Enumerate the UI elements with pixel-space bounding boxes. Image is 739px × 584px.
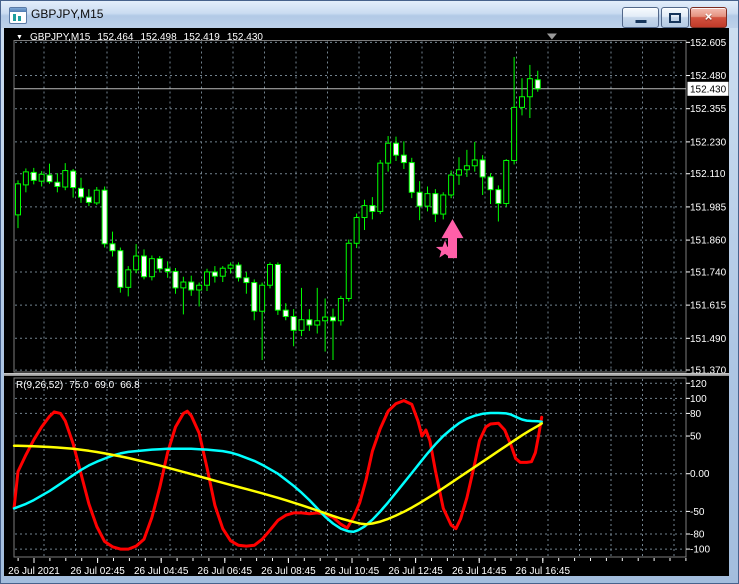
close-button[interactable]: × — [690, 7, 727, 28]
price-axis-label: 151.490 — [690, 334, 727, 345]
price-axis-label: 152.355 — [690, 104, 727, 115]
price-axis-label: 151.985 — [690, 202, 727, 213]
restore-icon — [669, 12, 681, 23]
current-price-label: 152.430 — [690, 84, 727, 95]
indicator-axis-label: 50 — [690, 432, 702, 443]
time-axis-label: 26 Jul 14:45 — [452, 566, 507, 576]
time-axis-label: 26 Jul 10:45 — [325, 566, 380, 576]
close-value: 152.430 — [226, 32, 263, 43]
chart-canvas[interactable]: 152.605 152.480 152.355 152.230 152.110 151.9… — [4, 28, 729, 576]
open-value: 152.464 — [97, 32, 134, 43]
price-axis-label: 151.860 — [690, 236, 727, 247]
price-axis-label: 152.110 — [690, 169, 726, 180]
price-axis[interactable]: 152.605 152.480 152.355 152.230 152.110 151.9… — [686, 38, 729, 377]
indicator-axis-label: 80 — [690, 409, 702, 420]
symbol-period-label: GBPJPY,M15 — [29, 32, 91, 43]
indicator-value-2: 69.0 — [94, 380, 115, 391]
chart-app-icon — [9, 7, 27, 24]
indicator-axis-label: -100 — [690, 545, 710, 556]
indicator-plot-area[interactable] — [14, 378, 686, 557]
chart-window: GBPJPY,M15 × 152.605 152.480 152.355 152.23… — [0, 0, 739, 584]
time-axis-label: 26 Jul 16:45 — [516, 566, 571, 576]
time-axis-label: 26 Jul 06:45 — [198, 566, 253, 576]
close-icon: × — [704, 9, 713, 24]
indicator-axis-label: 0.00 — [690, 469, 710, 480]
indicator-axis[interactable]: 120 100 80 50 0.00 -50 -80 -100 — [686, 379, 710, 556]
time-axis[interactable]: 26 Jul 2021 26 Jul 02:45 26 Jul 04:45 26 Ju… — [8, 558, 687, 576]
price-axis-label: 152.230 — [690, 137, 727, 148]
time-axis-label: 26 Jul 04:45 — [134, 566, 189, 576]
time-axis-label: 26 Jul 12:45 — [388, 566, 443, 576]
title-bar[interactable]: GBPJPY,M15 × — [1, 1, 738, 28]
price-axis-label: 151.615 — [690, 301, 727, 312]
panel-splitter[interactable] — [4, 373, 729, 376]
main-plot-area[interactable] — [14, 41, 686, 373]
chart-shift-marker[interactable] — [546, 33, 557, 40]
low-value: 152.419 — [183, 32, 220, 43]
indicator-header: R(9,26,52) 75.0 69.0 66.8 — [16, 380, 140, 391]
indicator-value-3: 66.8 — [120, 380, 140, 391]
time-axis-label: 26 Jul 02:45 — [70, 566, 125, 576]
indicator-axis-label: 120 — [690, 379, 707, 390]
maximize-button[interactable] — [661, 7, 689, 28]
indicator-axis-label: -80 — [690, 530, 705, 541]
minimize-icon — [635, 20, 646, 23]
price-axis-label: 152.605 — [690, 38, 727, 49]
collapse-arrow-icon[interactable]: ▼ — [16, 33, 23, 43]
window-title: GBPJPY,M15 — [31, 7, 104, 21]
price-axis-label: 151.740 — [690, 267, 727, 278]
time-axis-label: 26 Jul 08:45 — [261, 566, 316, 576]
symbol-ohlc-header: ▼ GBPJPY,M15 152.464 152.498 152.419 152… — [16, 32, 263, 43]
indicator-value-1: 75.0 — [69, 380, 89, 391]
indicator-axis-label: -50 — [690, 507, 705, 518]
indicator-axis-label: 100 — [690, 394, 707, 405]
price-axis-label: 152.480 — [690, 71, 727, 82]
minimize-button[interactable] — [622, 7, 659, 28]
time-axis-label: 26 Jul 2021 — [8, 566, 60, 576]
high-value: 152.498 — [140, 32, 177, 43]
indicator-name-label: R(9,26,52) — [16, 380, 64, 391]
